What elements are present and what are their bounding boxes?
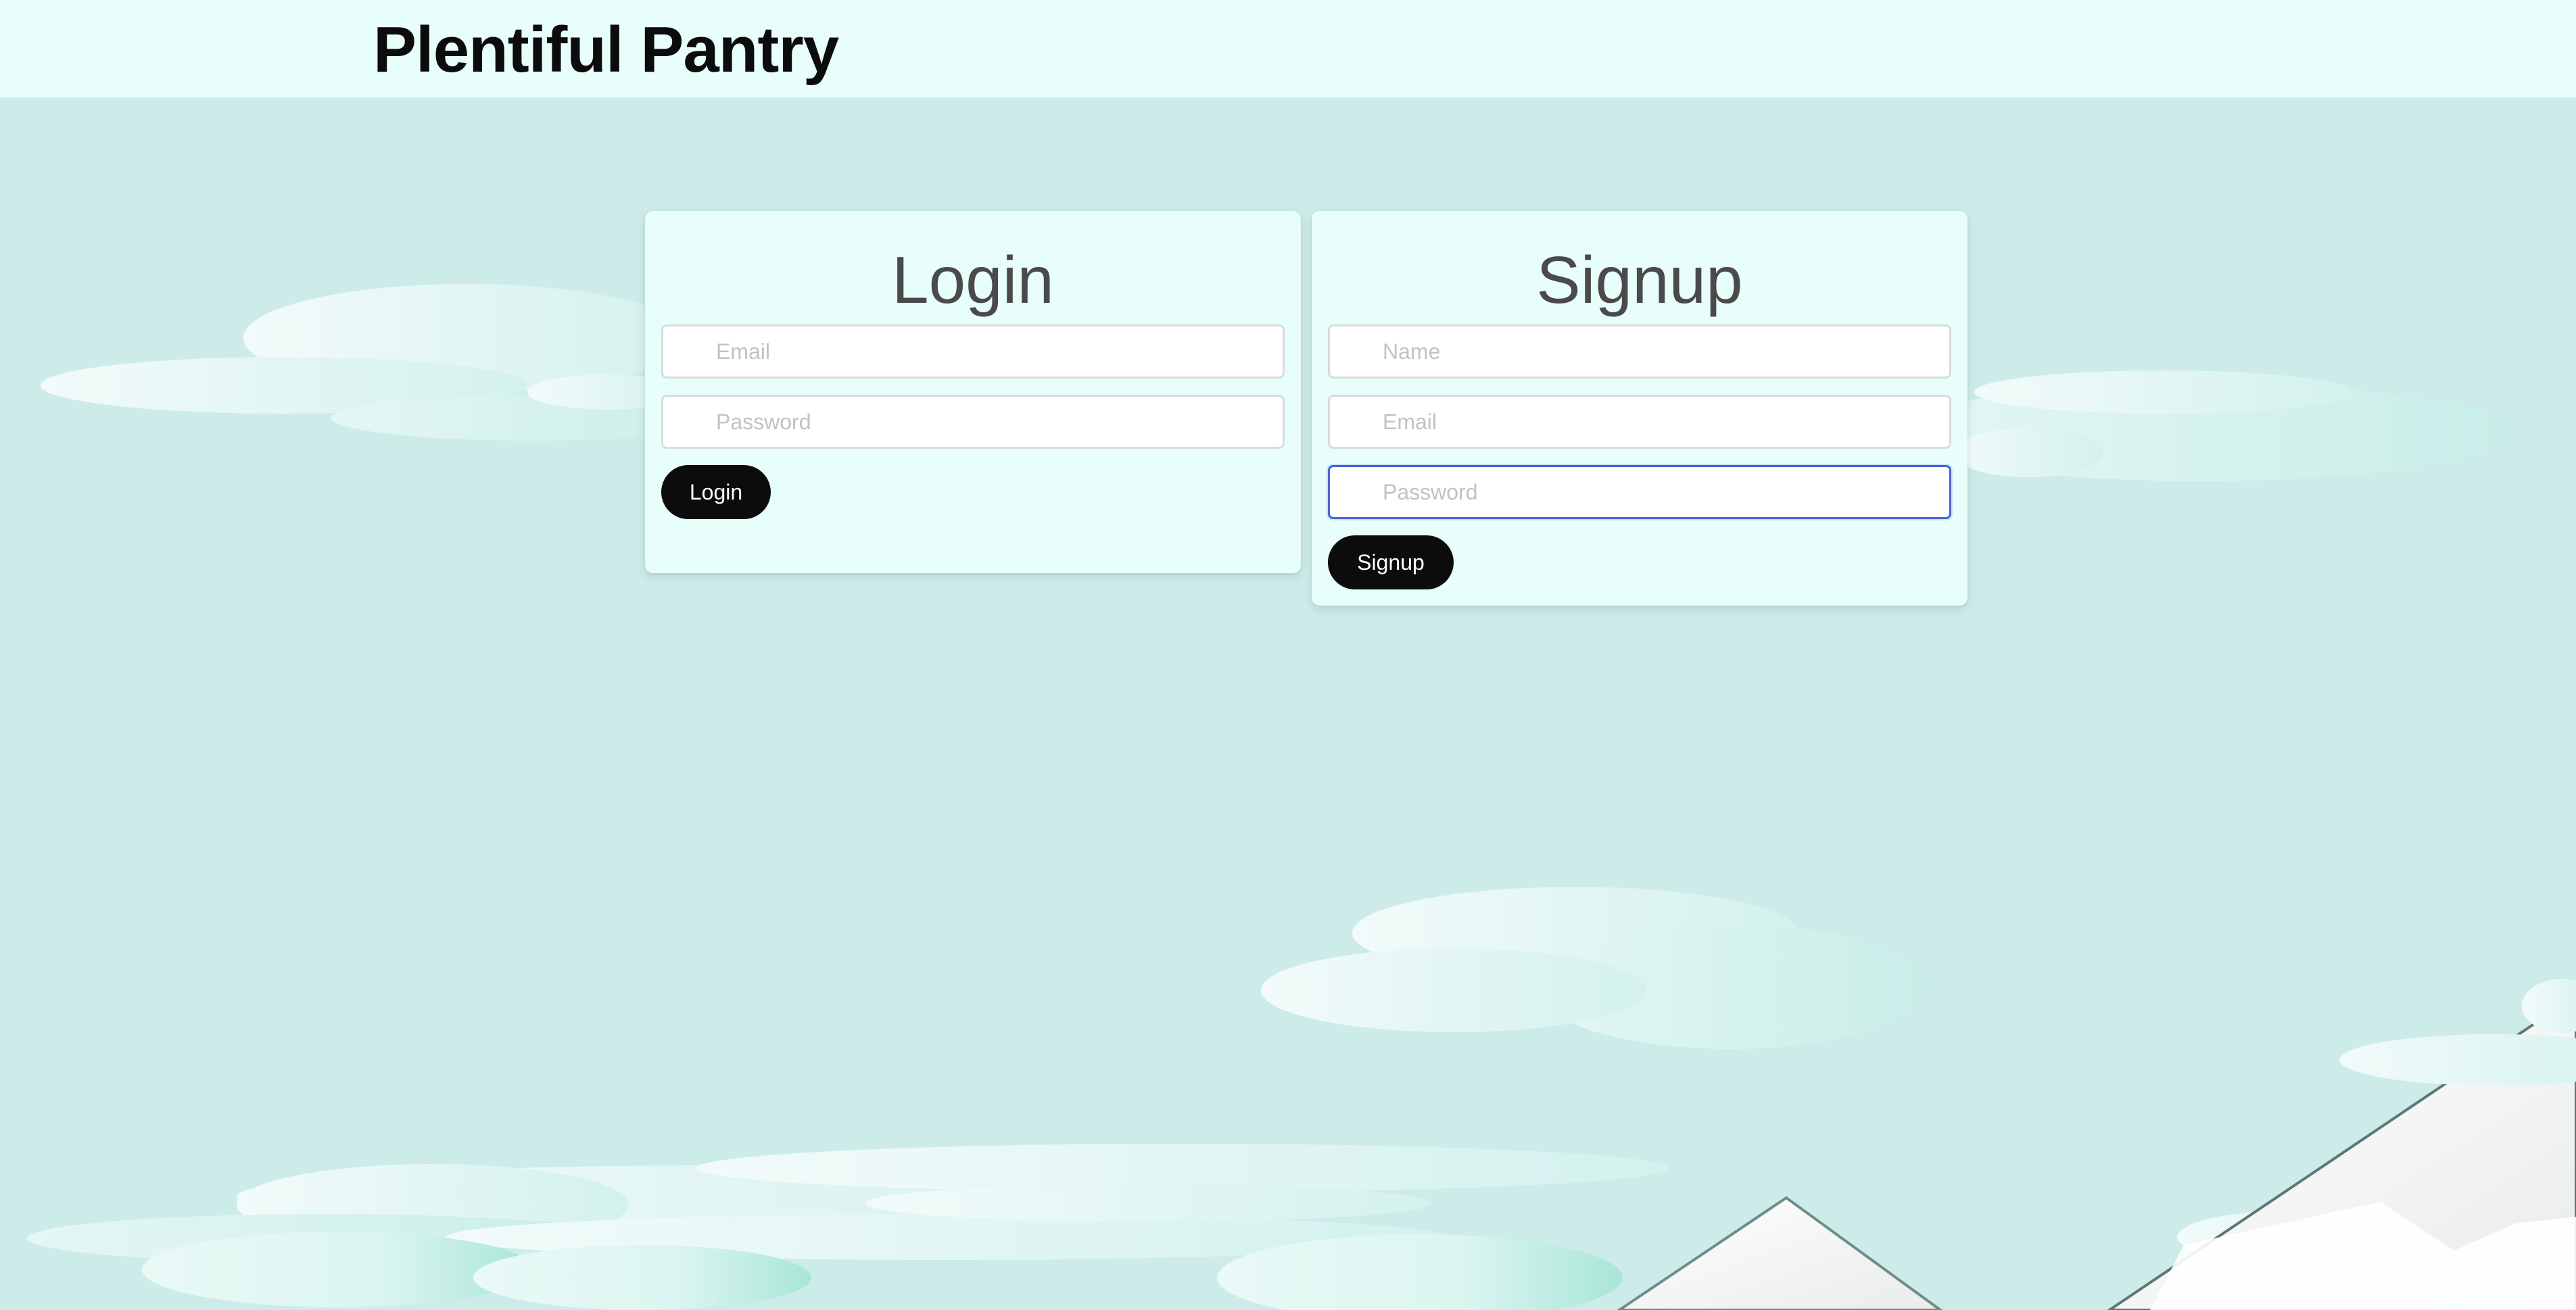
background-scenery xyxy=(27,284,2576,1310)
login-title: Login xyxy=(892,243,1054,317)
signup-password-input[interactable] xyxy=(1328,465,1951,519)
signup-button[interactable]: Signup xyxy=(1328,535,1454,589)
login-password-input[interactable] xyxy=(661,395,1285,449)
login-button[interactable]: Login xyxy=(661,465,771,519)
login-email-input[interactable] xyxy=(661,324,1285,379)
signup-title: Signup xyxy=(1536,243,1743,317)
top-header: Plentiful Pantry xyxy=(0,0,2576,97)
clouds-middle xyxy=(1261,887,1927,1049)
signup-card: Signup Signup xyxy=(1312,211,1967,606)
clouds-upper-right xyxy=(1893,370,2515,481)
clouds-upper-left xyxy=(41,284,737,441)
brand-title: Plentiful Pantry xyxy=(373,14,839,86)
clouds-lower xyxy=(27,1144,2420,1310)
login-card: Login Login xyxy=(645,211,1301,573)
signup-name-input[interactable] xyxy=(1328,324,1951,379)
signup-email-input[interactable] xyxy=(1328,395,1951,449)
